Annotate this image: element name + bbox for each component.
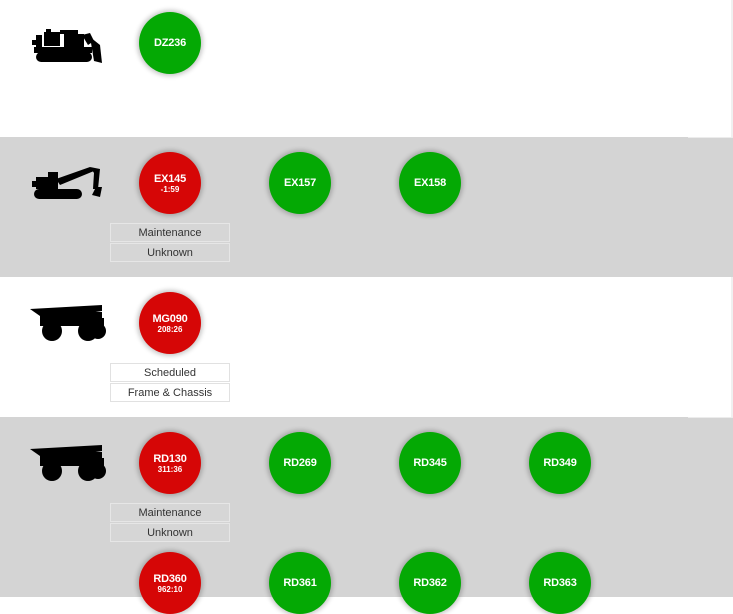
- downtime-reason-label: Frame & Chassis: [110, 383, 230, 402]
- equipment-group-dozer: DZ236: [0, 0, 733, 137]
- unit-id: RD269: [283, 457, 317, 469]
- downtime-reason-label: Unknown: [110, 243, 230, 262]
- downtime-reason-label: Unknown: [110, 523, 230, 542]
- band-edge: [688, 417, 733, 418]
- unit-status-button[interactable]: MG090 208:26: [139, 292, 201, 354]
- unit-status-button[interactable]: RD361: [269, 552, 331, 614]
- haul-truck-icon: [30, 444, 106, 482]
- unit-status-button[interactable]: RD269: [269, 432, 331, 494]
- equipment-group-haul-truck: MG090 208:26 Scheduled Frame & Chassis: [0, 277, 733, 417]
- unit-id: EX157: [283, 177, 317, 189]
- unit-id: RD360: [153, 572, 187, 585]
- excavator-icon: [30, 165, 106, 203]
- unit-status-button[interactable]: DZ236: [139, 12, 201, 74]
- unit-id: MG090: [152, 312, 188, 325]
- unit-id: RD349: [543, 457, 577, 469]
- unit-status-button[interactable]: RD360 962:10: [139, 552, 201, 614]
- downtime-duration: 208:26: [157, 324, 183, 334]
- downtime-duration: 311:36: [157, 464, 183, 474]
- unit-id: DZ236: [153, 37, 187, 49]
- unit-status-button[interactable]: EX157: [269, 152, 331, 214]
- band-edge: [688, 137, 733, 138]
- unit-status-button[interactable]: RD349: [529, 432, 591, 494]
- unit-id: RD361: [283, 577, 317, 589]
- equipment-group-haul-truck: RD130 311:36 RD269 RD345 RD349 Maintenan…: [0, 417, 733, 614]
- haul-truck-icon: [30, 304, 106, 342]
- unit-id: EX145: [153, 172, 187, 185]
- downtime-category-label: Scheduled: [110, 363, 230, 382]
- downtime-duration: -1:59: [160, 184, 180, 194]
- downtime-category-label: Maintenance: [110, 223, 230, 242]
- unit-status-button[interactable]: RD363: [529, 552, 591, 614]
- unit-status-button[interactable]: RD130 311:36: [139, 432, 201, 494]
- unit-id: RD130: [153, 452, 187, 465]
- downtime-duration: 962:10: [157, 584, 183, 594]
- equipment-group-excavator: EX145 -1:59 EX157 EX158 Maintenance Unkn…: [0, 137, 733, 277]
- unit-id: RD363: [543, 577, 577, 589]
- unit-status-button[interactable]: RD362: [399, 552, 461, 614]
- unit-status-button[interactable]: EX145 -1:59: [139, 152, 201, 214]
- dozer-icon: [30, 27, 106, 65]
- downtime-category-label: Maintenance: [110, 503, 230, 522]
- unit-id: EX158: [413, 177, 447, 189]
- unit-status-button[interactable]: RD345: [399, 432, 461, 494]
- unit-status-button[interactable]: EX158: [399, 152, 461, 214]
- unit-id: RD345: [413, 457, 447, 469]
- unit-id: RD362: [413, 577, 447, 589]
